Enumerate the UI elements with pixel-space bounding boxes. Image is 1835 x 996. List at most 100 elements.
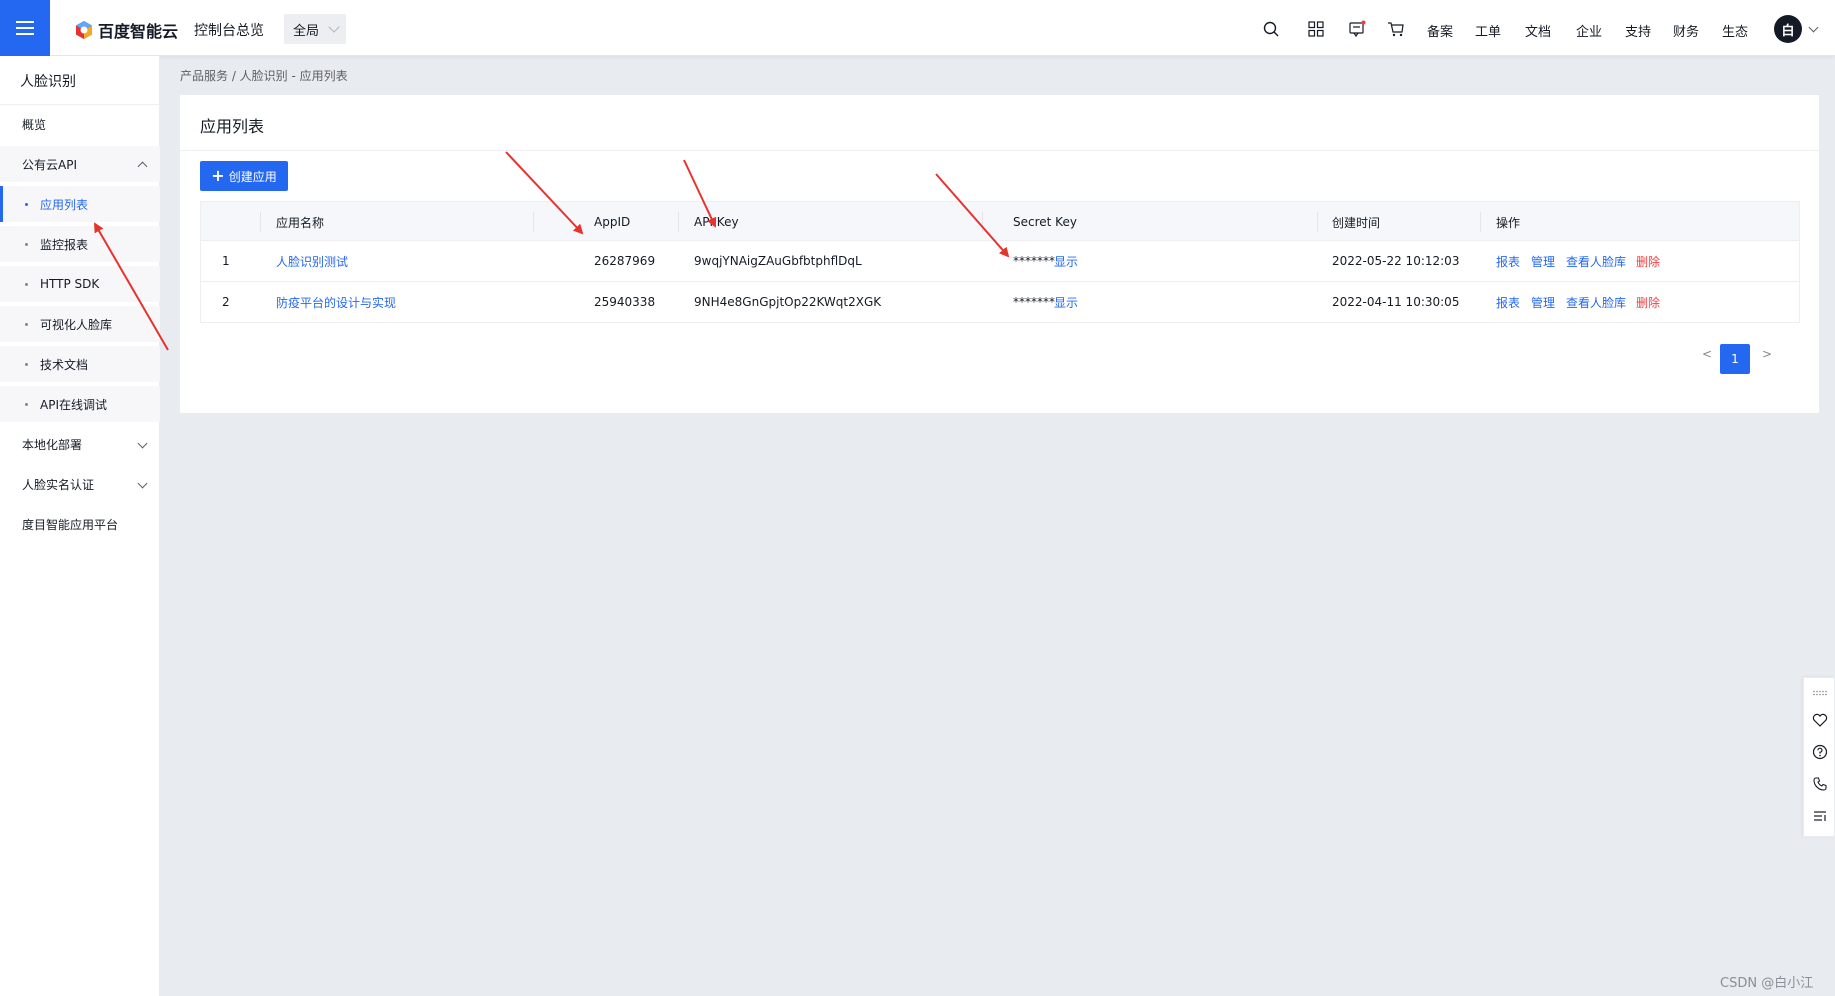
plus-icon: +	[211, 166, 225, 185]
nav-filing[interactable]: 备案	[1427, 21, 1453, 40]
page-title: 应用列表	[200, 117, 265, 136]
col-secret-key: Secret Key	[1013, 215, 1077, 229]
app-id-value: 26287969	[594, 254, 656, 268]
sidebar-item-label: 人脸实名认证	[22, 477, 95, 492]
sidebar-group-public-api[interactable]: 公有云API	[0, 146, 160, 182]
show-secret-link[interactable]: 显示	[1054, 241, 1078, 281]
sidebar-item-label: API在线调试	[40, 397, 107, 412]
active-indicator	[0, 186, 3, 222]
watermark: CSDN @白小江	[1720, 976, 1814, 991]
table-row: 2 防疫平台的设计与实现 25940338 9NH4e8GnGpjtOp22KW…	[200, 282, 1800, 323]
view-face-library-link[interactable]: 查看人脸库	[1566, 282, 1626, 322]
created-time-value: 2022-04-11 10:30:05	[1332, 295, 1460, 309]
breadcrumb[interactable]: 产品服务 / 人脸识别 - 应用列表	[180, 67, 348, 84]
divider	[678, 212, 679, 232]
manage-link[interactable]: 管理	[1531, 282, 1555, 322]
help-icon[interactable]	[1812, 744, 1828, 760]
phone-icon[interactable]	[1812, 776, 1828, 792]
row-index: 2	[222, 295, 230, 309]
app-name-link[interactable]: 人脸识别测试	[276, 241, 348, 281]
bullet-icon	[25, 203, 28, 206]
nav-finance[interactable]: 财务	[1673, 21, 1699, 40]
secret-key-mask: *******	[1013, 295, 1055, 309]
sidebar-item-tech-docs[interactable]: 技术文档	[0, 346, 160, 382]
region-select[interactable]: 全局	[284, 14, 346, 44]
sidebar-item-face-library[interactable]: 可视化人脸库	[0, 306, 160, 342]
brand-name: 百度智能云	[98, 22, 179, 41]
bullet-icon	[25, 403, 28, 406]
console-overview-link[interactable]: 控制台总览	[194, 20, 264, 40]
sidebar-group-local-deploy[interactable]: 本地化部署	[0, 426, 160, 462]
divider	[1317, 212, 1318, 232]
nav-ecosystem[interactable]: 生态	[1722, 21, 1748, 40]
bullet-icon	[25, 283, 28, 286]
report-link[interactable]: 报表	[1496, 241, 1520, 281]
bullet-icon	[25, 363, 28, 366]
created-time-value: 2022-05-22 10:12:03	[1332, 254, 1460, 268]
heart-icon[interactable]	[1812, 712, 1828, 728]
sidebar-title: 人脸识别	[20, 74, 76, 90]
floating-toolbar	[1803, 677, 1835, 837]
divider	[1480, 212, 1481, 232]
divider	[533, 212, 534, 232]
grip-icon[interactable]	[1812, 690, 1828, 696]
menu-icon[interactable]	[0, 0, 50, 56]
nav-enterprise[interactable]: 企业	[1576, 21, 1602, 40]
avatar[interactable]: 白	[1774, 15, 1802, 43]
sidebar-item-dumu-platform[interactable]: 度目智能应用平台	[0, 506, 160, 542]
divider	[180, 150, 1819, 151]
search-icon[interactable]	[1262, 20, 1280, 38]
sidebar: 人脸识别 概览 公有云API 应用列表 监控报表 HTTP SDK 可视化人脸库…	[0, 56, 160, 996]
manage-link[interactable]: 管理	[1531, 241, 1555, 281]
sidebar-item-monitor-report[interactable]: 监控报表	[0, 226, 160, 262]
sidebar-item-app-list[interactable]: 应用列表	[0, 186, 160, 222]
delete-link[interactable]: 删除	[1636, 282, 1660, 322]
create-app-button[interactable]: + 创建应用	[200, 161, 288, 191]
col-api-key: API Key	[694, 215, 739, 229]
list-icon[interactable]	[1812, 808, 1828, 824]
show-secret-link[interactable]: 显示	[1054, 282, 1078, 322]
app-list-card: 应用列表 + 创建应用 应用名称 AppID API Key Secret Ke…	[180, 95, 1819, 413]
nav-ticket[interactable]: 工单	[1475, 21, 1501, 40]
sidebar-item-label: 技术文档	[40, 357, 89, 372]
api-key-value: 9NH4e8GnGpjtOp22KWqt2XGK	[694, 295, 882, 309]
nav-docs[interactable]: 文档	[1525, 21, 1551, 40]
sidebar-item-label: HTTP SDK	[40, 277, 100, 291]
sidebar-item-label: 概览	[22, 117, 47, 132]
chevron-down-icon	[137, 438, 148, 449]
delete-link[interactable]: 删除	[1636, 241, 1660, 281]
app-name-link[interactable]: 防疫平台的设计与实现	[276, 282, 396, 322]
col-app-name: 应用名称	[276, 215, 325, 230]
sidebar-item-label: 本地化部署	[22, 437, 83, 452]
secret-key-mask: *******	[1013, 254, 1055, 268]
sidebar-item-http-sdk[interactable]: HTTP SDK	[0, 266, 160, 302]
logo-icon	[76, 21, 92, 39]
sidebar-item-label: 监控报表	[40, 237, 89, 252]
bullet-icon	[25, 243, 28, 246]
col-app-id: AppID	[594, 215, 631, 229]
top-bar: 百度智能云 控制台总览 全局 备案 工单 文档 企业 支持 财务 生态 白	[0, 0, 1835, 56]
region-value: 全局	[293, 23, 320, 39]
api-key-value: 9wqjYNAigZAuGbfbtphflDqL	[694, 254, 862, 268]
pagination-next[interactable]: >	[1762, 347, 1772, 361]
table-header: 应用名称 AppID API Key Secret Key 创建时间 操作	[200, 201, 1800, 241]
view-face-library-link[interactable]: 查看人脸库	[1566, 241, 1626, 281]
brand-logo[interactable]: 百度智能云	[74, 18, 178, 42]
apps-grid-icon[interactable]	[1307, 20, 1325, 38]
cart-icon[interactable]	[1387, 20, 1405, 38]
row-index: 1	[222, 254, 230, 268]
divider	[982, 212, 983, 232]
col-actions: 操作	[1496, 215, 1521, 230]
sidebar-item-api-debug[interactable]: API在线调试	[0, 386, 160, 422]
report-link[interactable]: 报表	[1496, 282, 1520, 322]
pagination-page-current[interactable]: 1	[1720, 344, 1750, 374]
message-icon[interactable]	[1348, 20, 1366, 38]
bullet-icon	[25, 323, 28, 326]
sidebar-group-realname-auth[interactable]: 人脸实名认证	[0, 466, 160, 502]
sidebar-item-overview[interactable]: 概览	[0, 106, 160, 142]
chevron-down-icon	[328, 21, 340, 33]
chevron-down-icon[interactable]	[1808, 22, 1819, 33]
create-app-label: 创建应用	[228, 169, 277, 184]
pagination-prev[interactable]: <	[1702, 347, 1712, 361]
nav-support[interactable]: 支持	[1625, 21, 1651, 40]
